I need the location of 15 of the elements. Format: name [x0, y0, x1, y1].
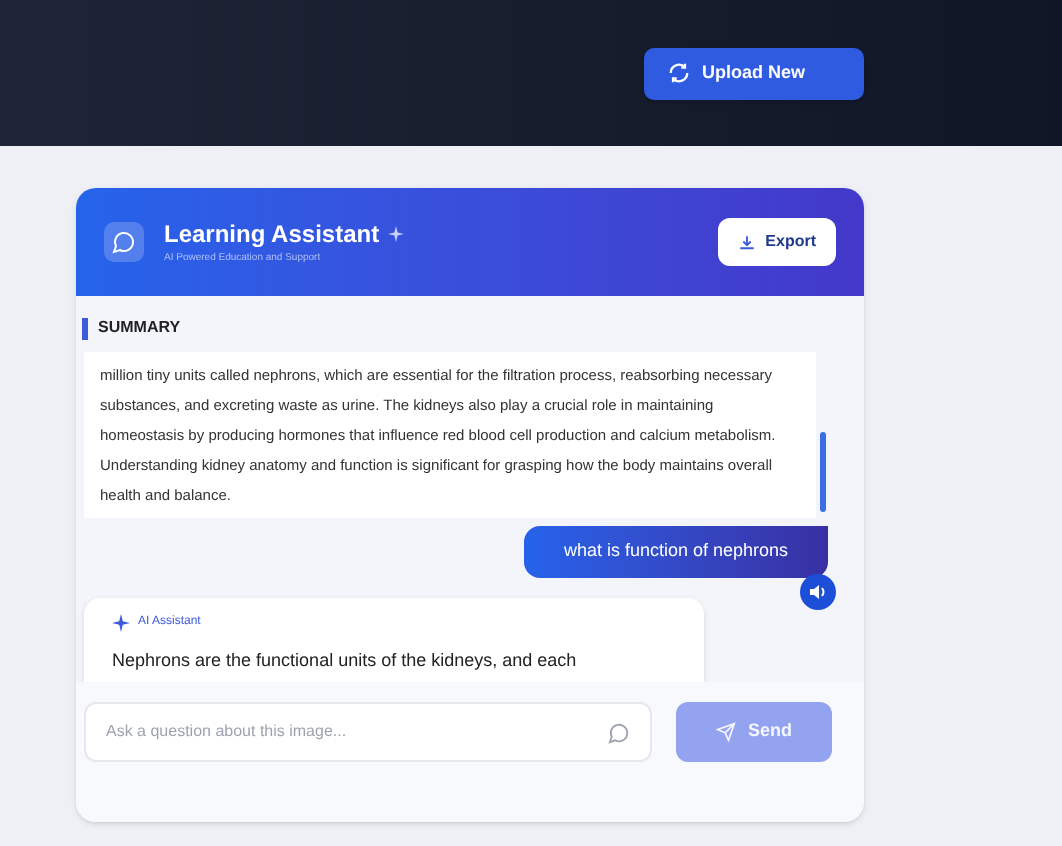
- scrollbar-thumb[interactable]: [820, 432, 826, 512]
- export-button[interactable]: Export: [717, 218, 836, 266]
- refresh-icon: [668, 62, 690, 84]
- sparkle-icon: [387, 226, 404, 243]
- speech-bubble-icon: [608, 721, 630, 743]
- upload-new-button[interactable]: Upload New: [644, 47, 864, 99]
- sparkle-icon: [112, 613, 130, 631]
- chat-icon: [104, 222, 144, 262]
- summary-heading: SUMMARY: [98, 316, 181, 340]
- speaker-icon[interactable]: [800, 573, 836, 609]
- send-icon: [715, 722, 736, 742]
- assistant-title: Learning Assistant: [164, 218, 380, 252]
- user-message: what is function of nephrons: [524, 526, 828, 577]
- download-icon: [737, 233, 756, 251]
- assistant-message-text: Nephrons are the functional units of the kidneys, and each: [112, 647, 579, 674]
